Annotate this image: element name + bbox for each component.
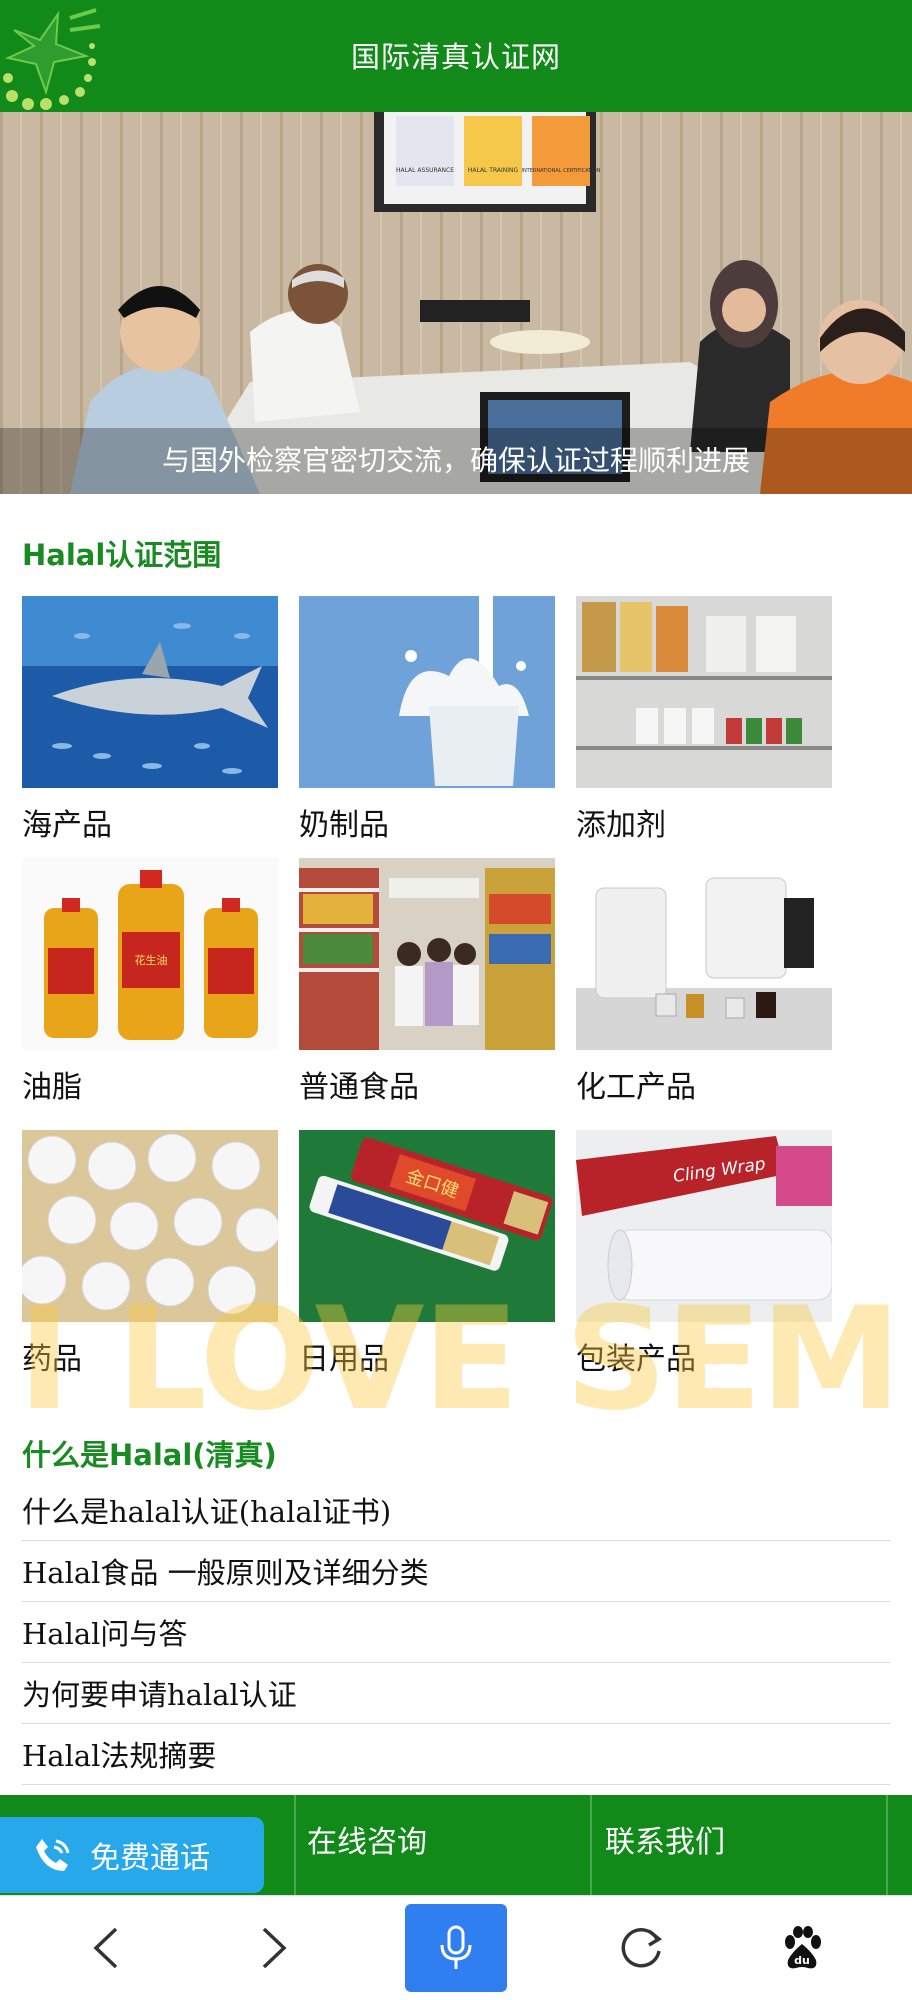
seafood-image [22, 596, 278, 788]
oils-image: 花生油 [22, 858, 278, 1050]
additives-image [576, 596, 832, 788]
category-label: 日用品 [299, 1342, 389, 1377]
category-daily-goods[interactable]: 金口健 日用品 [299, 1130, 555, 1377]
category-chemicals[interactable]: 化工产品 [576, 858, 832, 1105]
category-label: 化工产品 [576, 1070, 696, 1105]
svg-text:du: du [794, 1954, 810, 1967]
category-general-food[interactable]: 普通食品 [299, 858, 555, 1105]
browser-toolbar: du [0, 1895, 912, 2000]
category-seafood[interactable]: 海产品 [22, 596, 278, 843]
page-title: 国际清真认证网 [350, 40, 561, 74]
category-medicine[interactable]: 药品 [22, 1130, 278, 1377]
category-label: 包装产品 [576, 1342, 696, 1377]
packaging-image: Cling Wrap [576, 1130, 832, 1322]
forward-button[interactable] [224, 1896, 324, 2000]
faq-link[interactable]: 为何要申请halal认证 [22, 1663, 890, 1724]
hero-banner[interactable]: HALAL ASSURANCE HALAL TRAINING INTERNATI… [0, 112, 912, 494]
category-packaging[interactable]: Cling Wrap 包装产品 [576, 1130, 832, 1377]
oil-brand-text: 花生油 [135, 953, 168, 967]
divider [886, 1795, 888, 1895]
forward-icon [262, 1927, 287, 1969]
contact-us-button[interactable]: 联系我们 [605, 1817, 725, 1861]
faq-section-title: 什么是Halal(清真) [22, 1438, 277, 1472]
refresh-icon [621, 1928, 663, 1968]
phone-icon [36, 1839, 70, 1871]
category-dairy[interactable]: 奶制品 [299, 596, 555, 843]
microphone-icon [440, 1925, 472, 1969]
faq-link[interactable]: Halal食品 一般原则及详细分类 [22, 1541, 890, 1602]
voice-search-button[interactable] [405, 1904, 507, 1992]
poster-label-3: INTERNATIONAL CERTIFICATION [521, 168, 600, 174]
medicine-image [22, 1130, 278, 1322]
hero-caption: 与国外检察官密切交流，确保认证过程顺利进展 [0, 428, 912, 494]
dairy-image [299, 596, 555, 788]
general-food-image [299, 858, 555, 1050]
faq-link[interactable]: 什么是halal认证(halal证书) [22, 1480, 890, 1541]
chemicals-image [576, 858, 832, 1050]
free-call-button[interactable]: 免费通话 [0, 1817, 264, 1893]
category-oils[interactable]: 花生油 油脂 [22, 858, 278, 1105]
online-consult-button[interactable]: 在线咨询 [307, 1817, 427, 1861]
scope-section-title: Halal认证范围 [22, 538, 222, 572]
baidu-button[interactable]: du [752, 1896, 852, 2000]
category-label: 油脂 [22, 1070, 82, 1105]
divider [590, 1795, 592, 1895]
category-label: 奶制品 [299, 808, 389, 843]
category-additives[interactable]: 添加剂 [576, 596, 832, 843]
poster-label-2: HALAL TRAINING [468, 167, 519, 174]
category-label: 添加剂 [576, 808, 666, 843]
divider [294, 1795, 296, 1895]
refresh-button[interactable] [592, 1896, 692, 2000]
faq-link[interactable]: Halal法规摘要 [22, 1724, 890, 1785]
back-icon [93, 1927, 118, 1969]
back-button[interactable] [56, 1896, 156, 2000]
header-bar: 国际清真认证网 [0, 0, 912, 112]
category-label: 海产品 [22, 808, 112, 843]
faq-link[interactable]: Halal问与答 [22, 1602, 890, 1663]
free-call-label: 免费通话 [90, 1841, 210, 1876]
daily-goods-image: 金口健 [299, 1130, 555, 1322]
faq-link-list: 什么是halal认证(halal证书) Halal食品 一般原则及详细分类 Ha… [22, 1480, 890, 1785]
bottom-action-bar: 免费通话 在线咨询 联系我们 [0, 1795, 912, 1895]
baidu-paw-icon: du [785, 1926, 821, 1969]
poster-label-1: HALAL ASSURANCE [396, 167, 454, 174]
category-label: 普通食品 [299, 1070, 419, 1105]
category-label: 药品 [22, 1342, 82, 1377]
